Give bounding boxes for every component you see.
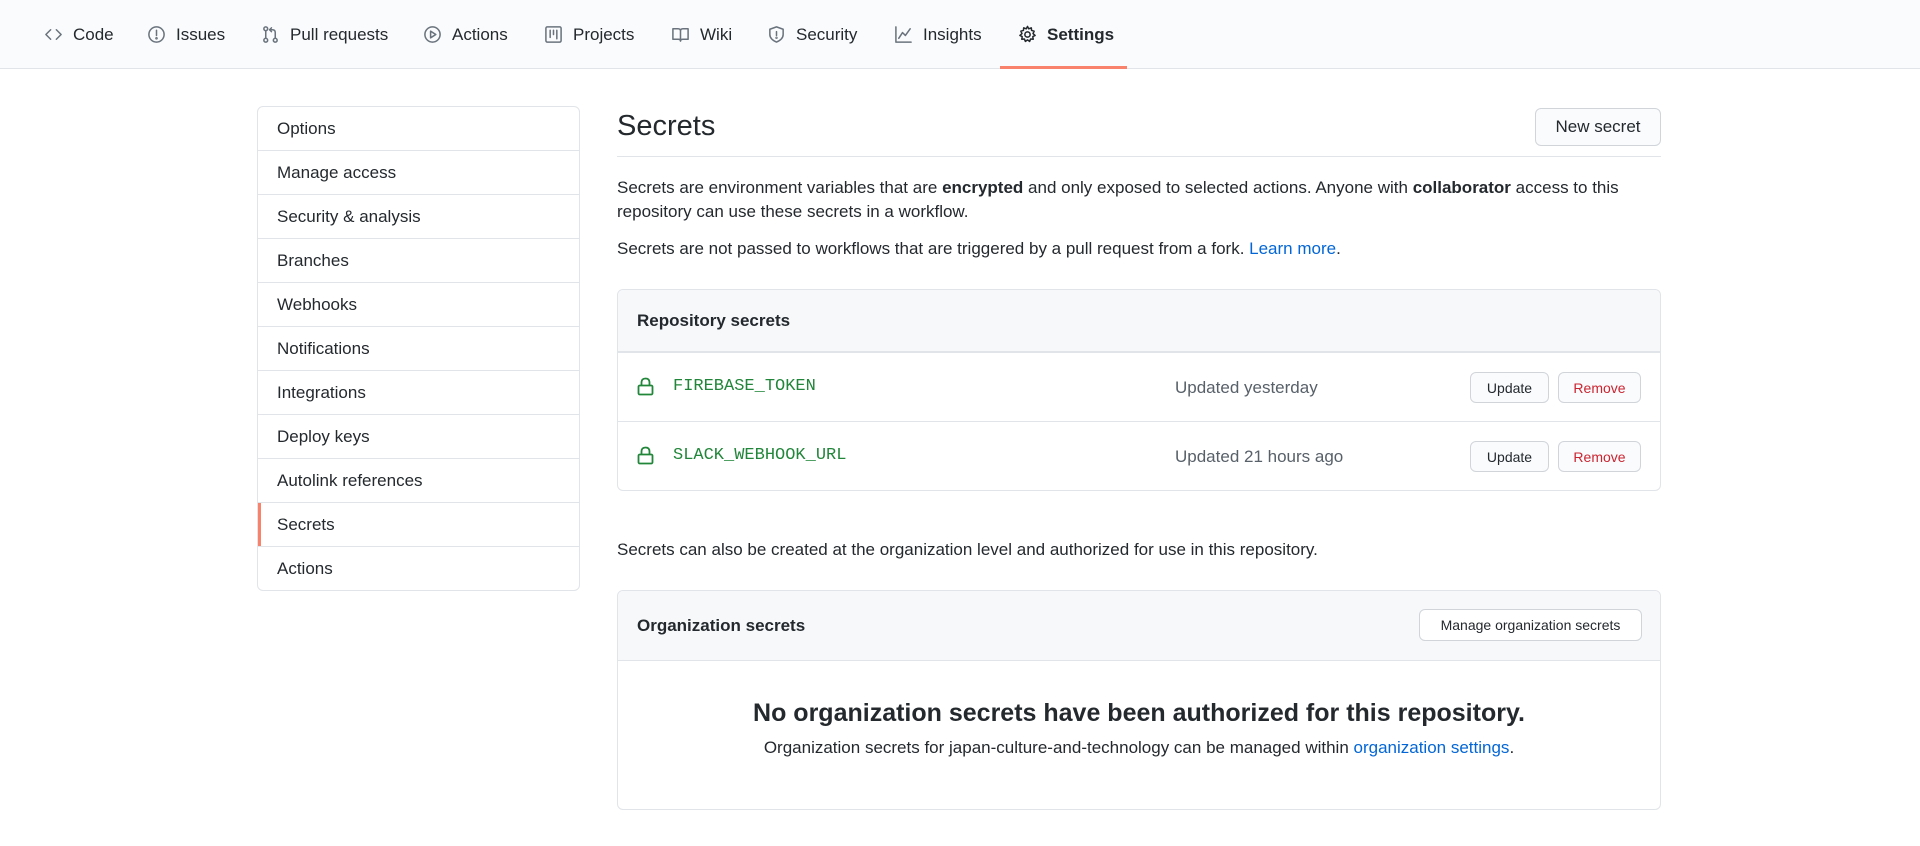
remove-secret-button[interactable]: Remove	[1558, 372, 1641, 403]
secret-row: FIREBASE_TOKEN Updated yesterday Update …	[618, 352, 1660, 421]
tab-projects-label: Projects	[573, 24, 635, 44]
secret-updated-time: Updated yesterday	[1175, 378, 1318, 397]
code-icon	[45, 28, 62, 41]
sidebar-item-secrets[interactable]: Secrets	[258, 502, 579, 546]
remove-secret-button[interactable]: Remove	[1558, 441, 1641, 472]
active-tab-indicator	[1000, 66, 1127, 69]
tab-projects[interactable]: Projects	[544, 0, 634, 69]
tab-issues[interactable]: Issues	[147, 0, 225, 69]
sidebar-item-webhooks[interactable]: Webhooks	[258, 282, 579, 326]
sidebar-item-security-analysis[interactable]: Security & analysis	[258, 194, 579, 238]
sidebar-item-notifications[interactable]: Notifications	[258, 326, 579, 370]
intro-collaborator: collaborator	[1412, 178, 1511, 197]
secret-row: SLACK_WEBHOOK_URL Updated 21 hours ago U…	[618, 421, 1660, 490]
secret-updated-time: Updated 21 hours ago	[1175, 447, 1344, 466]
organization-secrets-title: Organization secrets	[637, 615, 806, 635]
tab-security[interactable]: Security	[767, 0, 857, 69]
empty-state: No organization secrets have been author…	[618, 661, 1660, 809]
title-divider	[617, 156, 1661, 157]
secrets-intro: Secrets are environment variables that a…	[617, 176, 1661, 224]
repo-nav: Code Issues Pull requests Actions Projec…	[0, 0, 1920, 69]
tab-insights-label: Insights	[923, 24, 982, 44]
gear-icon	[1019, 25, 1036, 43]
sidebar-item-branches[interactable]: Branches	[258, 238, 579, 282]
graph-icon	[895, 26, 912, 43]
fork-note: Secrets are not passed to workflows that…	[617, 237, 1661, 261]
new-secret-button[interactable]: New secret	[1535, 108, 1661, 146]
sidebar-item-actions[interactable]: Actions	[258, 546, 579, 590]
lock-icon	[637, 377, 654, 396]
organization-secrets-box: Organization secrets Manage organization…	[617, 590, 1661, 810]
learn-more-link[interactable]: Learn more	[1249, 239, 1336, 258]
update-secret-button[interactable]: Update	[1470, 441, 1549, 472]
shield-icon	[769, 26, 784, 43]
repository-secrets-header: Repository secrets	[618, 290, 1660, 352]
tab-issues-label: Issues	[176, 24, 226, 44]
tab-settings[interactable]: Settings	[1018, 0, 1114, 69]
sidebar-item-autolink-references[interactable]: Autolink references	[258, 458, 579, 502]
issue-icon	[148, 26, 165, 43]
secret-name: FIREBASE_TOKEN	[673, 377, 816, 396]
settings-sidebar: Options Manage access Security & analysi…	[257, 106, 580, 591]
secret-name: SLACK_WEBHOOK_URL	[673, 446, 847, 465]
update-secret-button[interactable]: Update	[1470, 372, 1549, 403]
book-icon	[672, 28, 689, 42]
manage-organization-secrets-button[interactable]: Manage organization secrets	[1419, 609, 1642, 641]
intro-text-1: Secrets are environment variables that a…	[617, 178, 943, 197]
empty-state-description: Organization secrets for japan-culture-a…	[618, 738, 1660, 758]
organization-note: Secrets can also be created at the organ…	[617, 540, 1318, 559]
empty-state-end: .	[1509, 738, 1515, 757]
empty-state-title: No organization secrets have been author…	[753, 699, 1525, 727]
repository-secrets-box: Repository secrets FIREBASE_TOKEN Update…	[617, 289, 1661, 491]
sidebar-item-deploy-keys[interactable]: Deploy keys	[258, 414, 579, 458]
sidebar-item-integrations[interactable]: Integrations	[258, 370, 579, 414]
organization-settings-link[interactable]: organization settings	[1354, 738, 1510, 757]
tab-actions[interactable]: Actions	[423, 0, 508, 69]
tab-code-label: Code	[73, 24, 114, 44]
project-icon	[545, 26, 562, 43]
page-title: Secrets	[617, 110, 716, 142]
empty-state-text: Organization secrets for japan-culture-a…	[763, 738, 1354, 757]
pull-request-icon	[263, 26, 278, 43]
tab-actions-label: Actions	[452, 24, 508, 44]
tab-code[interactable]: Code	[44, 0, 114, 69]
fork-note-text: Secrets are not passed to workflows that…	[617, 239, 1250, 258]
organization-secrets-header: Organization secrets Manage organization…	[618, 591, 1660, 661]
sidebar-item-options[interactable]: Options	[258, 107, 579, 150]
lock-icon	[637, 446, 654, 465]
tab-pull-requests[interactable]: Pull requests	[261, 0, 388, 69]
sidebar-item-manage-access[interactable]: Manage access	[258, 150, 579, 194]
play-icon	[424, 26, 441, 43]
tab-pull-requests-label: Pull requests	[290, 24, 389, 44]
tab-wiki[interactable]: Wiki	[671, 0, 732, 69]
fork-note-end: .	[1336, 239, 1341, 258]
intro-encrypted: encrypted	[942, 178, 1024, 197]
intro-text-2: and only exposed to selected actions. An…	[1023, 178, 1413, 197]
tab-security-label: Security	[796, 24, 858, 44]
tab-settings-label: Settings	[1047, 24, 1115, 44]
tab-insights[interactable]: Insights	[894, 0, 982, 69]
tab-wiki-label: Wiki	[700, 24, 733, 44]
